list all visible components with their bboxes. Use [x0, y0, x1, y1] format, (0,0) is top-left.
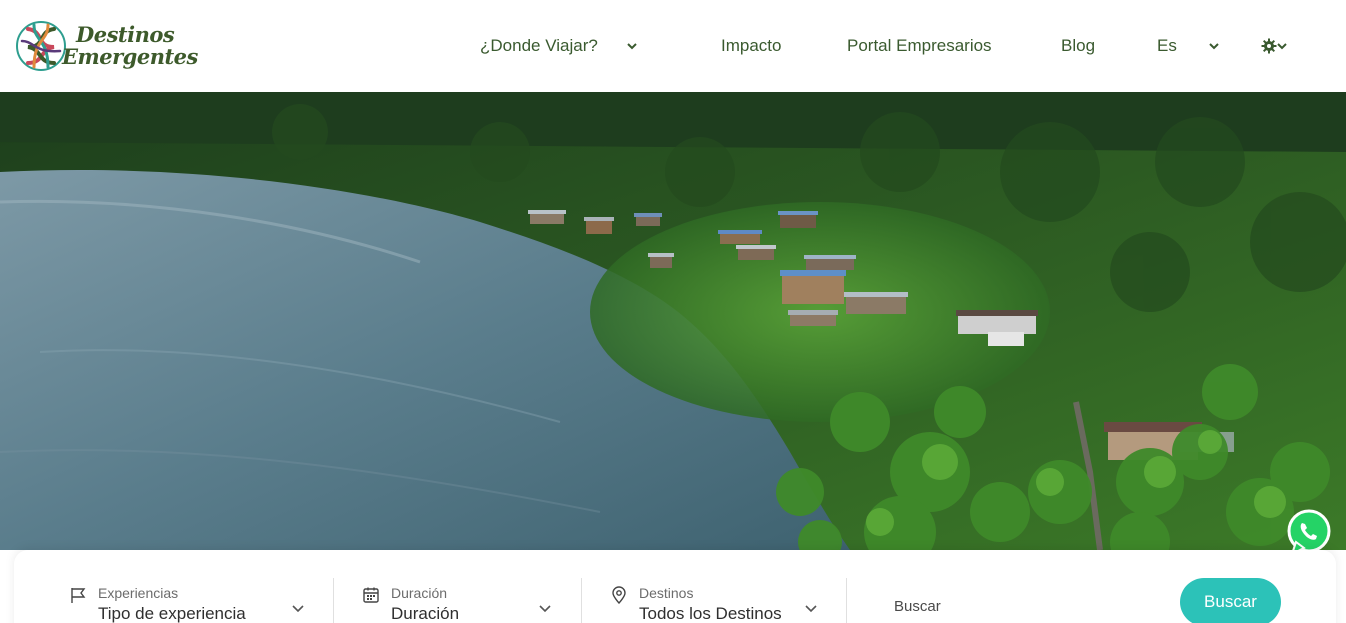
site-header: Destinos Emergentes ¿Donde Viajar? Impac… [0, 0, 1346, 92]
duracion-select[interactable]: Duración Duración [362, 580, 562, 623]
nav-portal-empresarios-label: Portal Empresarios [847, 36, 992, 55]
hero-image [0, 92, 1346, 550]
aerial-river-jungle-village-image [0, 92, 1346, 550]
chevron-down-icon [292, 605, 304, 613]
search-panel: Experiencias Tipo de experiencia Duració… [14, 550, 1336, 623]
nav-blog-label: Blog [1061, 36, 1096, 55]
search-button[interactable]: Buscar [1180, 578, 1281, 623]
nav-blog[interactable]: Blog [1061, 33, 1095, 59]
duracion-value: Duración [391, 604, 460, 623]
brand-logo[interactable]: Destinos Emergentes [14, 16, 214, 76]
destinos-select[interactable]: Destinos Todos los Destinos [610, 580, 830, 623]
search-input[interactable] [894, 590, 1154, 622]
nav-portal-empresarios[interactable]: Portal Empresarios [847, 33, 992, 59]
chevron-down-icon [627, 43, 637, 50]
brand-line1: Destinos [76, 22, 175, 47]
duracion-label: Duración [391, 585, 448, 601]
woven-knot-logo-icon [16, 21, 66, 71]
nav-donde-viajar[interactable]: ¿Donde Viajar? [480, 33, 639, 59]
brand-line2: Emergentes [62, 44, 198, 69]
destinos-label: Destinos [639, 585, 694, 601]
settings-menu[interactable] [1261, 33, 1287, 59]
divider [333, 578, 334, 623]
divider [846, 578, 847, 623]
experiencias-select[interactable]: Experiencias Tipo de experiencia [69, 580, 309, 623]
divider [581, 578, 582, 623]
experiencias-label: Experiencias [98, 585, 179, 601]
chevron-down-icon [805, 605, 817, 613]
calendar-icon [363, 587, 379, 603]
nav-impacto-label: Impacto [721, 36, 782, 55]
brand-name: Destinos Emergentes [62, 22, 198, 68]
language-label: Es [1157, 36, 1177, 55]
chevron-down-icon [1277, 43, 1287, 50]
nav-impacto[interactable]: Impacto [721, 33, 781, 59]
chevron-down-icon [1209, 43, 1219, 50]
gear-icon [1261, 38, 1277, 54]
map-pin-icon [612, 586, 626, 604]
chevron-down-icon [539, 605, 551, 613]
language-selector[interactable]: Es [1157, 33, 1221, 59]
destinos-value: Todos los Destinos [639, 604, 782, 623]
nav-donde-viajar-label: ¿Donde Viajar? [480, 36, 598, 55]
experiencias-value: Tipo de experiencia [98, 604, 246, 623]
flag-icon [71, 588, 86, 603]
